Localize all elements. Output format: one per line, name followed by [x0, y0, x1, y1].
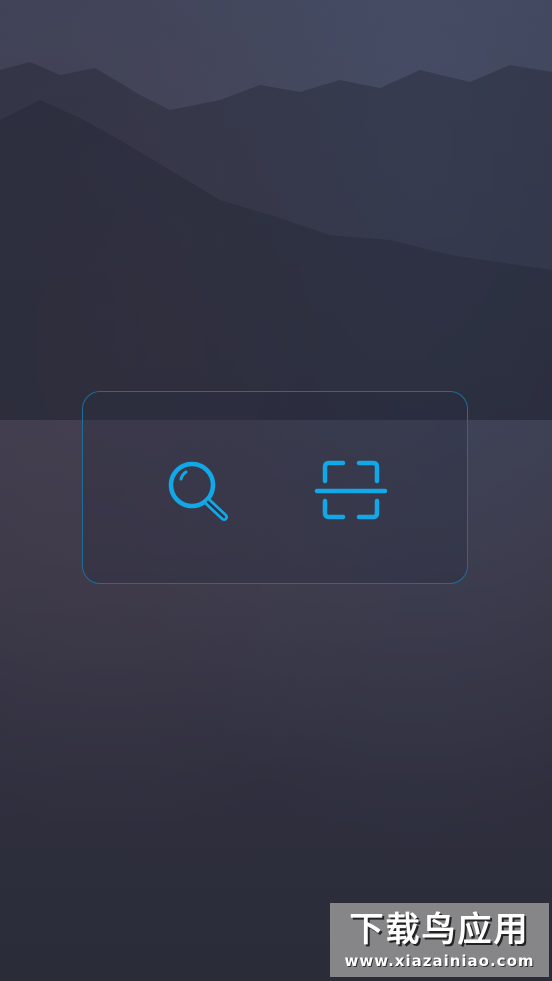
search-icon — [168, 461, 228, 521]
watermark-title: 下载鸟应用 — [349, 910, 530, 950]
action-panel — [82, 391, 468, 584]
watermark-url: www.xiazainiao.com — [344, 952, 535, 970]
site-watermark: 下载鸟应用 www.xiazainiao.com — [330, 903, 549, 977]
search-button[interactable] — [157, 451, 237, 531]
scan-button[interactable] — [311, 451, 391, 531]
mountain-backdrop — [0, 62, 552, 420]
scan-icon — [314, 460, 388, 520]
